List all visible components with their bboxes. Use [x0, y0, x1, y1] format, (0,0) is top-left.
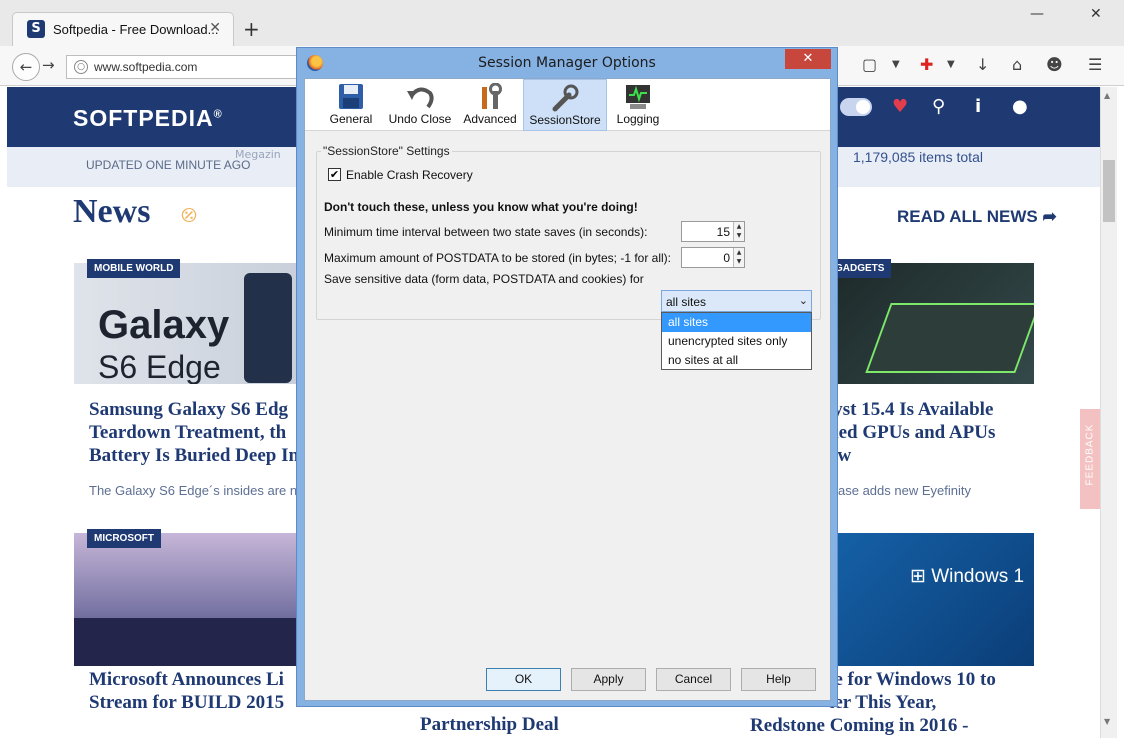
window-close-button[interactable]: ✕	[1090, 6, 1102, 22]
scroll-down-icon[interactable]: ▼	[1104, 717, 1110, 726]
phone-graphic	[244, 273, 292, 383]
help-button[interactable]: Help	[741, 668, 816, 691]
save-icon[interactable]: ▢	[862, 55, 877, 74]
enable-crash-recovery-checkbox[interactable]: ✔	[328, 168, 341, 181]
forward-arrow-icon[interactable]: →	[42, 56, 55, 74]
sensitive-data-label: Save sensitive data (form data, POSTDATA…	[324, 272, 644, 286]
back-arrow-icon[interactable]: ←	[12, 53, 40, 81]
headline-gadgets[interactable]: lyst 15.4 Is Available ded GPUs and APUs…	[828, 398, 995, 467]
dialog-body: General Undo Close Advanced SessionStore…	[304, 78, 831, 701]
page-scrollbar[interactable]: ▲ ▼	[1100, 87, 1117, 738]
select-value: all sites	[666, 295, 707, 309]
ok-button[interactable]: OK	[486, 668, 561, 691]
dialog-title-bar[interactable]: Session Manager Options ✕	[297, 48, 837, 78]
browser-tab[interactable]: S Softpedia - Free Download... ✕	[12, 12, 234, 46]
menu-icon[interactable]: ☰	[1088, 55, 1102, 74]
city-skyline-graphic	[74, 618, 296, 666]
tab-general[interactable]: General	[319, 79, 383, 131]
headline-microsoft[interactable]: Microsoft Announces Li Stream for BUILD …	[89, 668, 284, 714]
enable-crash-recovery-label[interactable]: Enable Crash Recovery	[346, 168, 473, 182]
theme-toggle[interactable]	[840, 98, 872, 116]
browser-tab-bar: S Softpedia - Free Download... ✕ + — ✕	[0, 0, 1124, 46]
chevron-down-icon: ⌄	[798, 294, 808, 307]
url-bar[interactable]: ○ www.softpedia.com	[66, 55, 306, 79]
build-image[interactable]	[74, 533, 296, 666]
galaxy-image[interactable]: Galaxy S6 Edge	[74, 263, 296, 384]
tab-sessionstore[interactable]: SessionStore	[523, 79, 607, 131]
teaser-gadgets: ase adds new Eyefinity	[838, 483, 971, 498]
user-icon[interactable]: ●	[1012, 96, 1028, 117]
option-all-sites[interactable]: all sites	[662, 313, 811, 332]
updated-text: UPDATED ONE MINUTE AGO	[86, 158, 251, 172]
floppy-disk-icon	[339, 84, 363, 109]
globe-icon: ○	[74, 60, 88, 74]
chevron-down-icon[interactable]: ▼	[892, 59, 900, 70]
softpedia-favicon-icon: S	[27, 20, 45, 38]
share-icon[interactable]: ⚲	[932, 96, 945, 117]
spinner-arrows-icon[interactable]: ▲ ▼	[733, 222, 744, 241]
news-heading: News	[73, 193, 151, 230]
scroll-thumb[interactable]	[1103, 160, 1115, 222]
tab-logging[interactable]: Logging	[607, 79, 669, 131]
max-postdata-spinner[interactable]: 0 ▲ ▼	[681, 247, 745, 268]
image-subtitle: S6 Edge	[98, 349, 221, 384]
session-manager-options-dialog: Session Manager Options ✕ General Undo C…	[296, 47, 838, 707]
rss-icon[interactable]: ⦼	[181, 203, 197, 227]
warning-text: Don't touch these, unless you know what …	[324, 200, 638, 214]
tab-close-icon[interactable]: ✕	[209, 20, 221, 36]
scroll-up-icon[interactable]: ▲	[1104, 91, 1110, 100]
sensitive-data-select[interactable]: all sites ⌄	[661, 290, 812, 312]
heart-icon[interactable]: ♥	[892, 96, 908, 117]
headline-partnership[interactable]: Partnership Deal	[420, 713, 559, 736]
category-badge[interactable]: MOBILE WORLD	[87, 259, 181, 278]
max-postdata-label: Maximum amount of POSTDATA to be stored …	[324, 251, 672, 265]
read-all-news-link[interactable]: READ ALL NEWS ➦	[897, 207, 1057, 227]
wrench-icon	[552, 84, 579, 112]
tab-title: Softpedia - Free Download...	[53, 22, 219, 37]
magazine-text: Megazin	[235, 148, 281, 161]
dialog-close-button[interactable]: ✕	[785, 49, 831, 69]
windows-image-title: ⊞ Windows 1	[910, 566, 1025, 587]
min-interval-label: Minimum time interval between two state …	[324, 225, 648, 239]
headline[interactable]: Samsung Galaxy S6 Edg Teardown Treatment…	[89, 398, 299, 467]
group-title: "SessionStore" Settings	[321, 144, 452, 158]
spinner-arrows-icon-2[interactable]: ▲ ▼	[733, 248, 744, 267]
site-logo[interactable]: SOFTPEDIA®	[73, 105, 223, 132]
image-title: Galaxy	[98, 303, 230, 347]
option-no-sites[interactable]: no sites at all	[662, 351, 811, 370]
tab-advanced[interactable]: Advanced	[457, 79, 523, 131]
url-text: www.softpedia.com	[94, 60, 198, 74]
min-interval-value: 15	[716, 225, 730, 239]
gpu-image[interactable]	[838, 263, 1034, 384]
teaser: The Galaxy S6 Edge´s insides are neat	[89, 483, 316, 498]
cancel-button[interactable]: Cancel	[656, 668, 731, 691]
chevron-down-icon-2[interactable]: ▼	[947, 59, 955, 70]
monitor-log-icon	[626, 85, 650, 109]
minimize-button[interactable]: —	[1030, 6, 1044, 22]
info-icon[interactable]: i	[975, 96, 981, 117]
feedback-tab[interactable]: FEEDBACK	[1080, 409, 1100, 509]
home-icon[interactable]: ⌂	[1012, 55, 1022, 74]
headline-windows[interactable]: te for Windows 10 to ter This Year, Reds…	[750, 668, 996, 737]
plus-icon[interactable]: ✚	[920, 55, 933, 74]
min-interval-spinner[interactable]: 15 ▲ ▼	[681, 221, 745, 242]
category-badge-microsoft[interactable]: MICROSOFT	[87, 529, 161, 548]
new-tab-button[interactable]: +	[243, 19, 260, 39]
gpu-graphic	[865, 303, 1034, 373]
option-unencrypted-sites[interactable]: unencrypted sites only	[662, 332, 811, 351]
apply-button[interactable]: Apply	[571, 668, 646, 691]
tab-undo-close[interactable]: Undo Close	[383, 79, 457, 131]
download-icon[interactable]: ↓	[976, 55, 989, 74]
undo-arrow-icon	[407, 87, 434, 109]
sensitive-data-dropdown: all sites unencrypted sites only no site…	[661, 312, 812, 370]
dialog-tab-bar: General Undo Close Advanced SessionStore…	[305, 79, 830, 131]
windows-image[interactable]	[838, 533, 1034, 666]
items-total: 1,179,085 items total	[853, 149, 983, 165]
smiley-icon[interactable]: ☻	[1046, 55, 1063, 74]
tools-icon	[482, 83, 502, 109]
dialog-title: Session Manager Options	[478, 55, 656, 71]
max-postdata-value: 0	[723, 251, 730, 265]
